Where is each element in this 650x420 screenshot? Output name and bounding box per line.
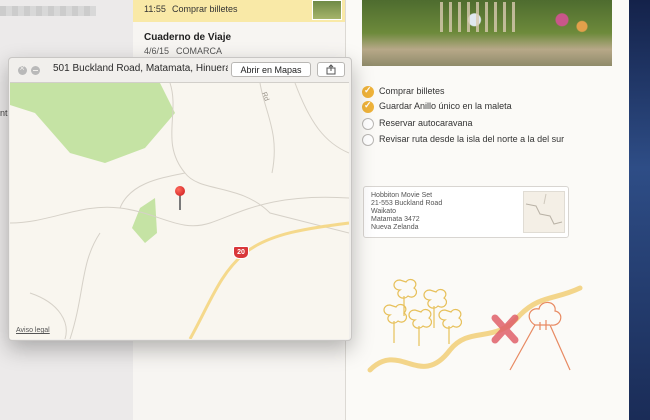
location-card-line: Waikato bbox=[371, 208, 397, 215]
map-canvas: Rd bbox=[10, 83, 349, 339]
legal-notice-link[interactable]: Aviso legal bbox=[16, 327, 50, 334]
blurred-sidebar-text bbox=[0, 6, 96, 16]
checkbox-unchecked[interactable] bbox=[362, 118, 374, 130]
sidebar-text-fragment: nt bbox=[0, 108, 8, 118]
popover-address: 501 Buckland Road, Matamata, Hinuera… bbox=[53, 63, 228, 74]
highway-number: 20 bbox=[237, 249, 245, 256]
park-area bbox=[10, 83, 175, 163]
sketch-trees bbox=[383, 278, 463, 346]
travel-sketch-drawing bbox=[367, 278, 583, 373]
park-area bbox=[132, 198, 157, 243]
note-preview: Comprar billetes bbox=[172, 4, 238, 14]
note-thumbnail bbox=[312, 0, 342, 20]
share-icon bbox=[326, 64, 336, 75]
thumbnail-roads bbox=[525, 193, 563, 225]
highway-road bbox=[188, 221, 349, 339]
checklist-item-label: Comprar billetes bbox=[379, 86, 445, 96]
desktop-wallpaper bbox=[629, 0, 650, 420]
location-card-line: Nueva Zelanda bbox=[371, 224, 419, 231]
road-label: Rd bbox=[260, 91, 270, 102]
note-preview: COMARCA bbox=[176, 46, 223, 56]
note-date: 4/6/15 bbox=[144, 46, 170, 56]
checklist-item-label: Guardar Anillo único en la maleta bbox=[379, 101, 512, 111]
photo-fence-detail bbox=[440, 2, 520, 32]
minimize-icon[interactable] bbox=[31, 66, 40, 75]
share-button[interactable] bbox=[317, 62, 345, 77]
note-title[interactable]: Cuaderno de Viaje bbox=[144, 32, 231, 43]
location-card-line: Matamata 3472 bbox=[371, 216, 420, 223]
location-card-line: Hobbiton Movie Set bbox=[371, 192, 433, 199]
close-icon[interactable] bbox=[18, 63, 27, 75]
checkbox-checked[interactable] bbox=[362, 100, 374, 113]
location-card-line: 21-553 Buckland Road bbox=[371, 200, 443, 207]
checklist-item-label: Reservar autocaravana bbox=[379, 118, 473, 128]
checklist-item-label: Revisar ruta desde la isla del norte a l… bbox=[379, 134, 565, 144]
location-card-map-thumbnail bbox=[523, 191, 565, 233]
checkbox-unchecked[interactable] bbox=[362, 134, 374, 146]
map-pin-needle bbox=[179, 195, 181, 210]
map-view[interactable]: Rd bbox=[10, 82, 349, 339]
note-time: 11:55 bbox=[144, 4, 166, 14]
highway-shield: 20 bbox=[233, 246, 249, 259]
checkbox-checked[interactable] bbox=[362, 85, 374, 98]
open-in-maps-button[interactable]: Abrir en Mapas bbox=[231, 62, 311, 77]
map-pin-icon[interactable] bbox=[175, 186, 185, 196]
sketch-path-stroke bbox=[367, 285, 583, 373]
